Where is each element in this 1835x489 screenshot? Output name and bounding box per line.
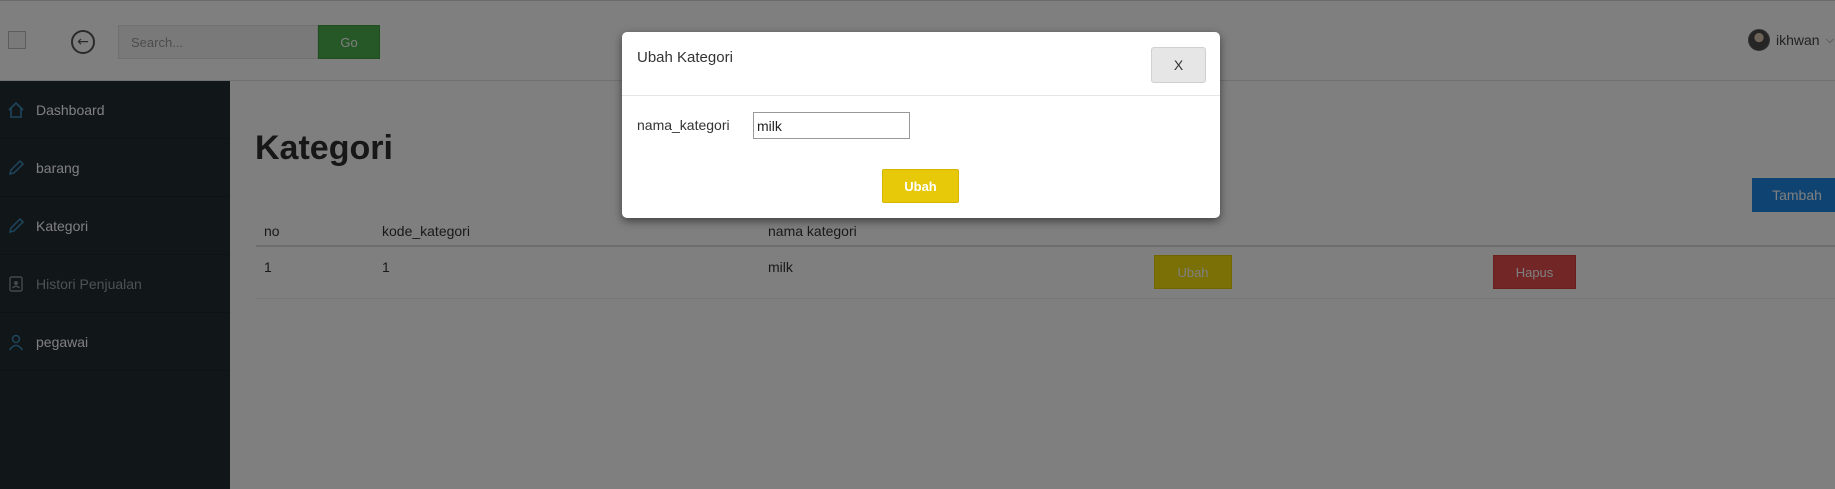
ubah-kategori-modal: Ubah Kategori X nama_kategori Ubah — [622, 32, 1220, 218]
ubah-submit-button[interactable]: Ubah — [882, 169, 959, 203]
modal-header: Ubah Kategori X — [622, 32, 1220, 96]
modal-title: Ubah Kategori — [637, 49, 733, 66]
close-button[interactable]: X — [1151, 47, 1206, 83]
nama-kategori-label: nama_kategori — [637, 117, 730, 133]
nama-kategori-input[interactable] — [753, 112, 910, 139]
